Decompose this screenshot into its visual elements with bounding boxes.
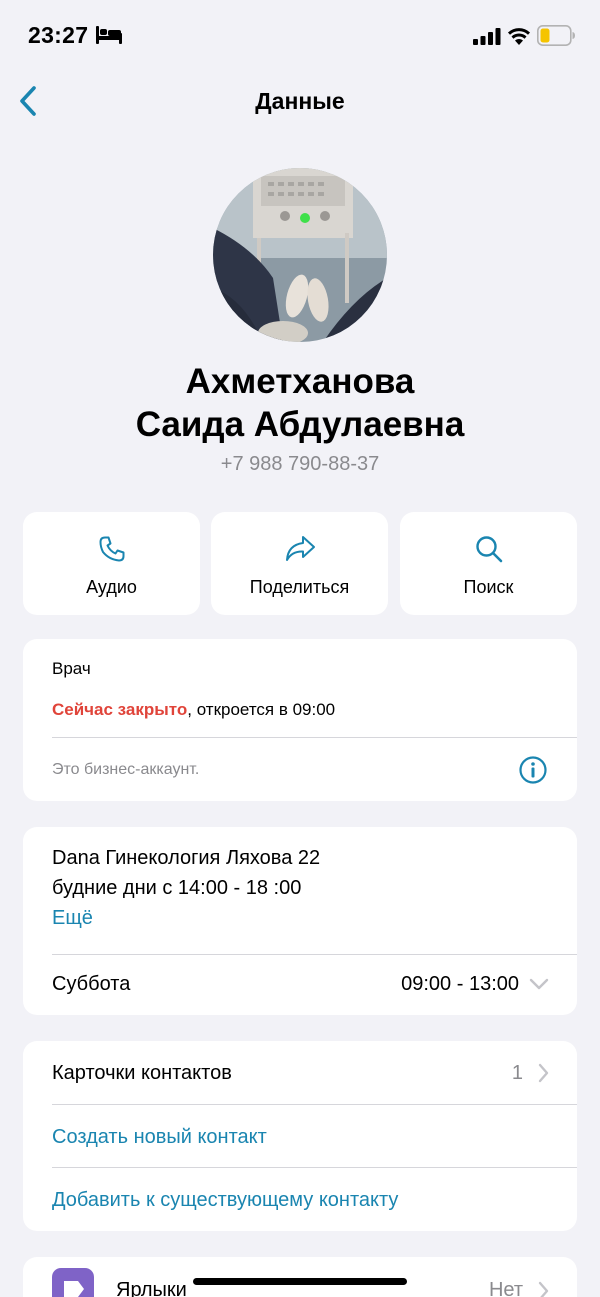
contact-name-line1: Ахметханова: [185, 362, 415, 401]
contacts-card: Карточки контактов 1 Создать новый конта…: [23, 1041, 577, 1231]
create-new-contact-link[interactable]: Создать новый контакт: [52, 1126, 267, 1149]
labels-card[interactable]: Ярлыки Нет: [23, 1257, 577, 1297]
contact-name: Ахметханова Саида Абдулаевна: [0, 360, 600, 446]
share-label: Поделиться: [249, 577, 350, 597]
sleep-focus-icon: [96, 26, 122, 44]
contact-cards-row[interactable]: Карточки контактов 1: [23, 1041, 577, 1104]
saturday-hours[interactable]: 09:00 - 13:00: [401, 973, 519, 996]
divider: [52, 954, 577, 955]
closed-status: Сейчас закрыто: [52, 700, 188, 719]
add-to-existing-contact-link[interactable]: Добавить к существующему контакту: [52, 1189, 398, 1212]
contact-avatar[interactable]: [213, 168, 387, 342]
home-indicator[interactable]: [193, 1278, 407, 1285]
chevron-right-icon: [538, 1063, 549, 1083]
business-category: Врач: [52, 659, 91, 678]
labels-title: Ярлыки: [116, 1279, 187, 1297]
business-info-card: Врач Сейчас закрыто, откроется в 09:00 Э…: [23, 639, 577, 801]
divider: [52, 1104, 577, 1105]
chevron-right-icon: [538, 1281, 549, 1297]
more-link[interactable]: Ещё: [52, 907, 93, 930]
battery-icon: [537, 25, 575, 46]
search-icon: [475, 536, 502, 563]
share-button[interactable]: Поделиться: [211, 512, 388, 615]
share-icon: [285, 536, 315, 561]
phone-icon: [99, 536, 124, 562]
business-account-note: Это бизнес-аккаунт.: [52, 761, 200, 778]
contact-phone[interactable]: +7 988 790-88-37: [0, 453, 600, 476]
contact-cards-label: Карточки контактов: [52, 1062, 232, 1084]
navigation-bar: Данные: [0, 70, 600, 134]
tag-icon: [64, 1281, 84, 1297]
saturday-label: Суббота: [52, 973, 131, 995]
contact-name-line2: Саида Абдулаевна: [135, 405, 465, 444]
page-title: Данные: [255, 88, 345, 114]
cellular-signal-icon: [473, 28, 501, 45]
status-bar: 23:27: [0, 0, 600, 70]
chevron-down-icon[interactable]: [529, 977, 549, 991]
search-button[interactable]: Поиск: [400, 512, 577, 615]
contact-cards-count: 1: [511, 1062, 523, 1084]
wifi-icon: [508, 28, 530, 45]
search-label: Поиск: [463, 577, 514, 597]
avatar-photo: [213, 168, 387, 342]
labels-value: Нет: [488, 1279, 523, 1297]
status-time: 23:27: [28, 22, 89, 48]
divider: [52, 737, 577, 738]
business-hours-status: Сейчас закрыто, откроется в 09:00: [52, 700, 335, 720]
divider: [52, 1167, 577, 1168]
audio-call-label: Аудио: [86, 577, 137, 597]
business-address: Dana Гинекология Ляхова 22: [52, 847, 321, 869]
opens-at-text: , откроется в 09:00: [187, 700, 336, 719]
business-hours-card: Dana Гинекология Ляхова 22 будние дни с …: [23, 827, 577, 1015]
info-icon[interactable]: [518, 755, 548, 785]
labels-icon: [52, 1268, 94, 1297]
audio-call-button[interactable]: Аудио: [23, 512, 200, 615]
action-buttons: Аудио Поделиться Поиск: [23, 512, 577, 615]
weekday-hours: будние дни с 14:00 - 18 :00: [52, 877, 302, 899]
